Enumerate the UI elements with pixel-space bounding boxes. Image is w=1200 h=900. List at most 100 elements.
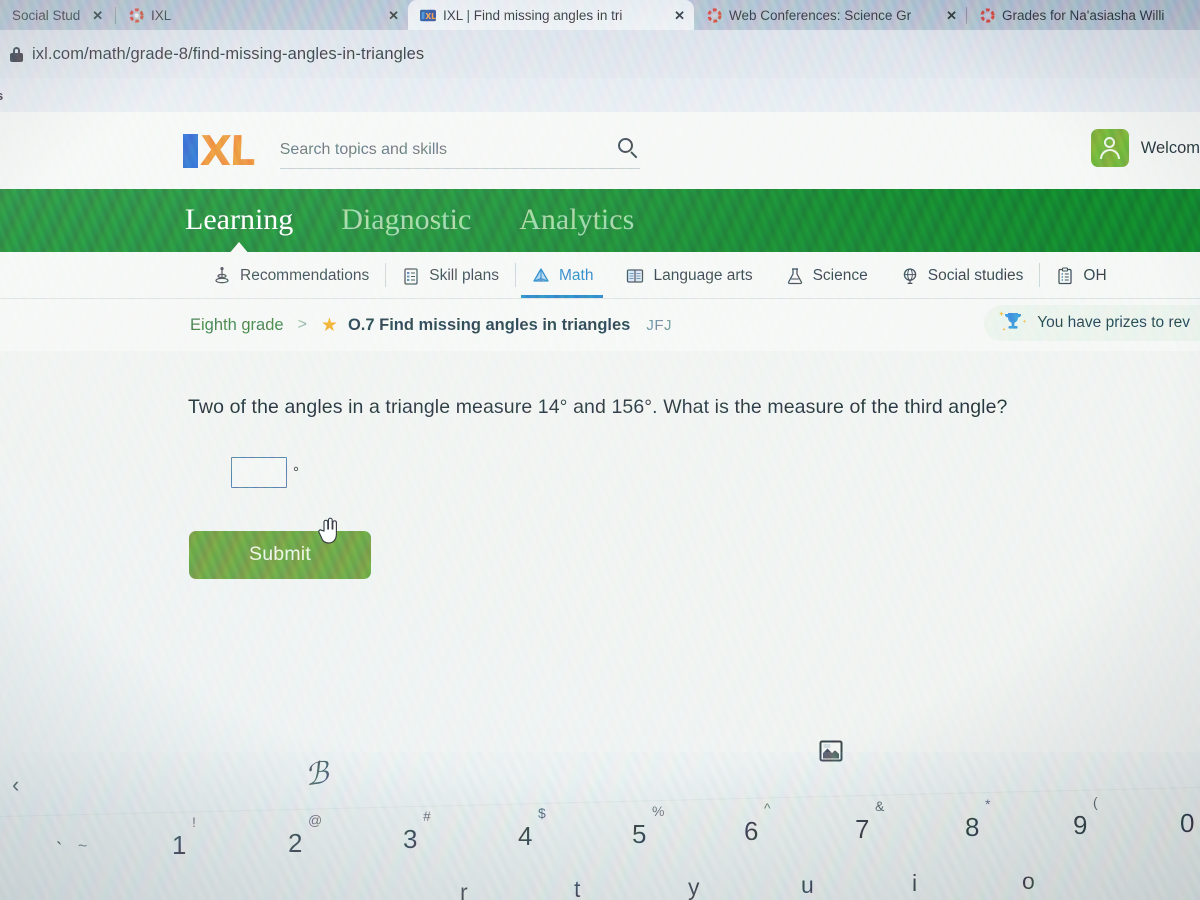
bookmark-item[interactable]: s bbox=[0, 88, 3, 103]
skill-plans-icon bbox=[401, 266, 421, 286]
tab-title: IXL bbox=[151, 7, 172, 23]
tab-title: IXL | Find missing angles in tri bbox=[443, 7, 623, 23]
laptop-keyboard-area: ‹ ℬ ` ~ 1 ! 2 @ 3 # 4 $ 5 % 6 ^ 7 & 8 * … bbox=[0, 752, 1200, 900]
key-8[interactable]: 8 * bbox=[965, 796, 990, 843]
keyboard-number-row: ` ~ 1 ! 2 @ 3 # 4 $ 5 % 6 ^ 7 & 8 * 9 (… bbox=[0, 794, 1200, 872]
nav-item-diagnostic[interactable]: Diagnostic bbox=[341, 203, 471, 239]
loading-spinner-icon bbox=[128, 7, 144, 23]
ixl-favicon: XL bbox=[420, 7, 436, 23]
flask-icon bbox=[785, 266, 805, 286]
search-input[interactable]: Search topics and skills bbox=[279, 133, 640, 169]
logo-text: XL bbox=[199, 126, 255, 175]
ixl-page: XL Search topics and skills Welcom Learn… bbox=[0, 112, 1200, 752]
key-u[interactable]: u bbox=[801, 872, 814, 899]
subject-nav-label: Social studies bbox=[927, 266, 1024, 284]
key-4[interactable]: 4 $ bbox=[518, 805, 546, 852]
subject-nav-language-arts[interactable]: Language arts bbox=[609, 252, 768, 299]
nav-divider bbox=[385, 263, 387, 287]
key-6[interactable]: 6 ^ bbox=[744, 800, 771, 847]
search-placeholder: Search topics and skills bbox=[279, 141, 447, 158]
loading-spinner-icon bbox=[979, 7, 995, 23]
browser-tab-grades[interactable]: Grades for Na'asiasha Willi bbox=[967, 0, 1187, 30]
bookmarks-bar: s bbox=[0, 78, 1200, 112]
clipboard-icon bbox=[1055, 266, 1075, 286]
lock-icon bbox=[10, 46, 23, 62]
subject-nav-recommendations[interactable]: Recommendations bbox=[196, 252, 385, 299]
key-9[interactable]: 9 ( bbox=[1073, 794, 1098, 841]
tab-close-icon[interactable]: ✕ bbox=[388, 9, 399, 22]
subject-nav-oh-standards[interactable]: OH bbox=[1039, 252, 1122, 299]
tab-title: Web Conferences: Science Gr bbox=[729, 7, 912, 23]
key-3[interactable]: 3 # bbox=[403, 808, 431, 855]
prizes-banner[interactable]: You have prizes to rev bbox=[984, 305, 1200, 341]
welcome-text: Welcom bbox=[1140, 138, 1200, 157]
math-pyramid-icon bbox=[531, 266, 551, 286]
pointer-hand-cursor bbox=[317, 517, 339, 545]
submit-button[interactable]: Submit bbox=[189, 517, 371, 579]
image-key-icon[interactable] bbox=[819, 740, 843, 762]
key-o[interactable]: o bbox=[1022, 868, 1035, 895]
browser-tab-web-conferences[interactable]: Web Conferences: Science Gr ✕ bbox=[694, 0, 966, 30]
star-icon[interactable]: ★ bbox=[321, 316, 338, 335]
search-icon[interactable] bbox=[617, 137, 640, 160]
subject-nav-skill-plans[interactable]: Skill plans bbox=[385, 252, 515, 299]
answer-input[interactable] bbox=[231, 456, 287, 488]
browser-tab-social-studies[interactable]: Social Stud ✕ bbox=[0, 0, 115, 30]
ixl-logo[interactable]: XL bbox=[183, 126, 255, 175]
subject-nav-science[interactable]: Science bbox=[769, 252, 884, 299]
browser-chrome: Social Stud ✕ IXL ✕ XL IXL | Find missin… bbox=[0, 0, 1200, 78]
globe-icon bbox=[900, 266, 920, 286]
keyboard-scribble-mark: ℬ bbox=[302, 756, 331, 793]
svg-text:XL: XL bbox=[425, 11, 436, 20]
tab-title: Social Stud bbox=[12, 7, 81, 23]
key-r[interactable]: r bbox=[460, 879, 468, 900]
question-area: Two of the angles in a triangle measure … bbox=[0, 351, 1200, 579]
trophy-icon bbox=[998, 310, 1028, 336]
tab-close-icon[interactable]: ✕ bbox=[946, 9, 957, 22]
subject-nav-math[interactable]: Math bbox=[515, 252, 609, 299]
key-t[interactable]: t bbox=[574, 876, 580, 900]
degree-unit-label: ° bbox=[293, 463, 299, 481]
key-y[interactable]: y bbox=[688, 874, 700, 900]
loading-spinner-icon bbox=[706, 7, 722, 23]
tab-close-icon[interactable]: ✕ bbox=[674, 9, 685, 22]
main-nav: Learning Diagnostic Analytics bbox=[0, 189, 1200, 252]
subject-nav-label: Science bbox=[812, 266, 868, 284]
address-bar[interactable]: ixl.com/math/grade-8/find-missing-angles… bbox=[0, 30, 1200, 78]
tab-close-icon[interactable]: ✕ bbox=[92, 9, 103, 22]
subject-nav-label: Skill plans bbox=[429, 266, 500, 284]
subject-nav-social-studies[interactable]: Social studies bbox=[884, 252, 1040, 299]
key-5[interactable]: 5 % bbox=[632, 803, 664, 850]
person-icon bbox=[1099, 136, 1120, 160]
nav-divider bbox=[1039, 263, 1041, 287]
nav-item-analytics[interactable]: Analytics bbox=[519, 203, 634, 239]
skill-code: JFJ bbox=[646, 316, 673, 334]
breadcrumb-grade[interactable]: Eighth grade bbox=[190, 316, 284, 335]
answer-row: ° bbox=[231, 456, 1200, 488]
prizes-text: You have prizes to rev bbox=[1037, 314, 1190, 331]
key-backtick[interactable]: ` ~ bbox=[56, 838, 87, 862]
key-1[interactable]: 1 ! bbox=[172, 814, 196, 861]
breadcrumb: Eighth grade > ★ O.7 Find missing angles… bbox=[0, 299, 1200, 351]
nav-item-learning[interactable]: Learning bbox=[185, 203, 293, 239]
key-i[interactable]: i bbox=[912, 870, 917, 897]
browser-tab-strip: Social Stud ✕ IXL ✕ XL IXL | Find missin… bbox=[0, 0, 1200, 30]
nav-divider bbox=[515, 263, 517, 287]
submit-button-label: Submit bbox=[249, 543, 311, 566]
key-0[interactable]: 0 ) bbox=[1180, 808, 1194, 839]
ixl-header: XL Search topics and skills Welcom bbox=[0, 112, 1200, 189]
key-7[interactable]: 7 & bbox=[855, 798, 884, 845]
account-area[interactable]: Welcom bbox=[1090, 129, 1200, 167]
breadcrumb-separator: > bbox=[297, 316, 307, 333]
subject-nav-label: Language arts bbox=[653, 266, 753, 284]
logo-blue-bar bbox=[183, 133, 198, 168]
subject-nav-label: Math bbox=[559, 266, 594, 284]
question-text: Two of the angles in a triangle measure … bbox=[188, 396, 1008, 418]
browser-tab-ixl-find-missing-angles[interactable]: XL IXL | Find missing angles in tri ✕ bbox=[408, 0, 694, 30]
back-chevron-icon[interactable]: ‹ bbox=[12, 772, 19, 798]
key-2[interactable]: 2 @ bbox=[288, 812, 322, 859]
subject-nav-label: OH bbox=[1083, 266, 1107, 284]
browser-tab-ixl[interactable]: IXL ✕ bbox=[116, 0, 408, 30]
breadcrumb-skill: O.7 Find missing angles in triangles bbox=[347, 315, 631, 334]
avatar[interactable] bbox=[1090, 129, 1129, 167]
